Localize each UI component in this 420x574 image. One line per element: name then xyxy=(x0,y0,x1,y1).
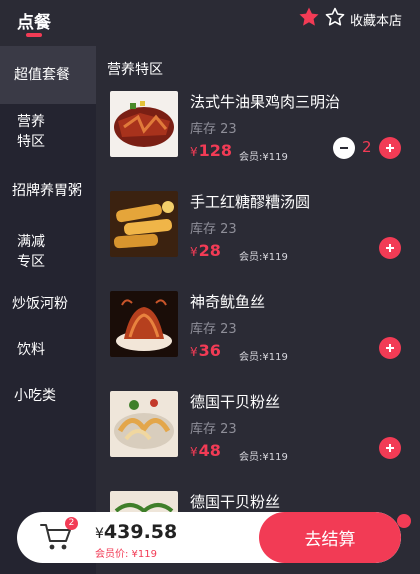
add-to-cart-button[interactable] xyxy=(379,337,401,359)
product-image[interactable] xyxy=(110,191,178,257)
item-member-price: 会员:¥119 xyxy=(239,152,288,163)
sidebar-item-drinks[interactable]: 饮料 xyxy=(0,330,96,370)
sidebar-item-nutrition-zone[interactable]: 营养 特区 xyxy=(0,104,96,160)
minus-icon xyxy=(340,147,348,149)
item-stock: 库存 23 xyxy=(190,222,237,237)
sidebar-item-label: 炒饭河粉 xyxy=(12,296,68,312)
sidebar-item-label: 超值套餐 xyxy=(14,67,70,83)
item-price: ¥28 xyxy=(190,241,221,260)
section-title: 营养特区 xyxy=(107,62,163,78)
item-stock: 库存 23 xyxy=(190,122,237,137)
add-to-cart-button[interactable] xyxy=(379,437,401,459)
item-name: 神奇鱿鱼丝 xyxy=(190,293,266,311)
plus-icon xyxy=(386,144,394,152)
sidebar-item-discount-zone[interactable]: 满减 专区 xyxy=(0,224,96,280)
sidebar-item-label: 小吃类 xyxy=(14,388,56,404)
sidebar-item-value-combo[interactable]: 超值套餐 xyxy=(0,46,96,104)
member-total: 会员价: ¥119 xyxy=(95,549,157,560)
tab-order[interactable]: 点餐 xyxy=(17,8,51,33)
sidebar-item-label: 饮料 xyxy=(17,342,45,358)
list-item: 神奇鱿鱼丝 库存 23 ¥36 会员:¥119 xyxy=(96,291,420,391)
plus-icon xyxy=(386,244,394,252)
item-quantity: 2 xyxy=(362,138,372,156)
list-item: 德国干贝粉丝 库存 23 ¥48 会员:¥119 xyxy=(96,391,420,491)
add-to-cart-button[interactable] xyxy=(379,137,401,159)
sidebar-item-snacks[interactable]: 小吃类 xyxy=(0,376,96,416)
sidebar-item-fried-rice[interactable]: 炒饭河粉 xyxy=(0,284,96,324)
decrease-quantity-button[interactable] xyxy=(333,137,355,159)
product-image[interactable] xyxy=(110,91,178,157)
item-name: 德国干贝粉丝 xyxy=(190,493,281,511)
item-name: 手工红糖醪糟汤圆 xyxy=(190,193,311,211)
sidebar-item-label: 营养 特区 xyxy=(17,114,45,150)
item-stock: 库存 23 xyxy=(190,322,237,337)
item-price: ¥128 xyxy=(190,141,233,160)
item-member-price: 会员:¥119 xyxy=(239,452,288,463)
item-member-price: 会员:¥119 xyxy=(239,352,288,363)
item-price: ¥36 xyxy=(190,341,221,360)
cart-count-badge: 2 xyxy=(65,517,78,530)
checkout-button[interactable]: 去结算 xyxy=(259,512,401,563)
plus-icon xyxy=(386,344,394,352)
product-image[interactable] xyxy=(110,291,178,357)
cart-bar: 2 ¥439.58 会员价: ¥119 去结算 xyxy=(17,512,401,563)
item-stock: 库存 23 xyxy=(190,422,237,437)
sidebar-item-label: 满减 专区 xyxy=(17,234,45,270)
item-price: ¥48 xyxy=(190,441,221,460)
list-item: 手工红糖醪糟汤圆 库存 23 ¥28 会员:¥119 xyxy=(96,191,420,291)
list-item: 法式牛油果鸡肉三明治 库存 23 ¥128 会员:¥119 2 xyxy=(96,91,420,191)
add-to-cart-button[interactable] xyxy=(397,514,411,528)
product-list: 营养特区 法式牛油果鸡肉三明治 库存 23 ¥128 会员:¥119 2 手工红… xyxy=(96,46,420,574)
sidebar-item-label: 招牌养胃粥 xyxy=(12,183,82,199)
category-sidebar: 超值套餐 营养 特区 招牌养胃粥 满减 专区 炒饭河粉 饮料 小吃类 xyxy=(0,46,96,574)
sidebar-item-signature-porridge[interactable]: 招牌养胃粥 xyxy=(0,168,96,214)
star-filled-icon[interactable] xyxy=(297,5,321,29)
add-to-cart-button[interactable] xyxy=(379,237,401,259)
cart-total: ¥439.58 xyxy=(95,521,178,543)
favorite-store-label[interactable]: 收藏本店 xyxy=(350,10,402,29)
product-image[interactable] xyxy=(110,391,178,457)
active-tab-indicator xyxy=(26,33,42,37)
item-member-price: 会员:¥119 xyxy=(239,252,288,263)
star-outline-icon[interactable] xyxy=(323,5,347,29)
plus-icon xyxy=(386,444,394,452)
top-header: 点餐 收藏本店 xyxy=(0,0,420,46)
item-name: 德国干贝粉丝 xyxy=(190,393,281,411)
item-name: 法式牛油果鸡肉三明治 xyxy=(190,93,341,111)
